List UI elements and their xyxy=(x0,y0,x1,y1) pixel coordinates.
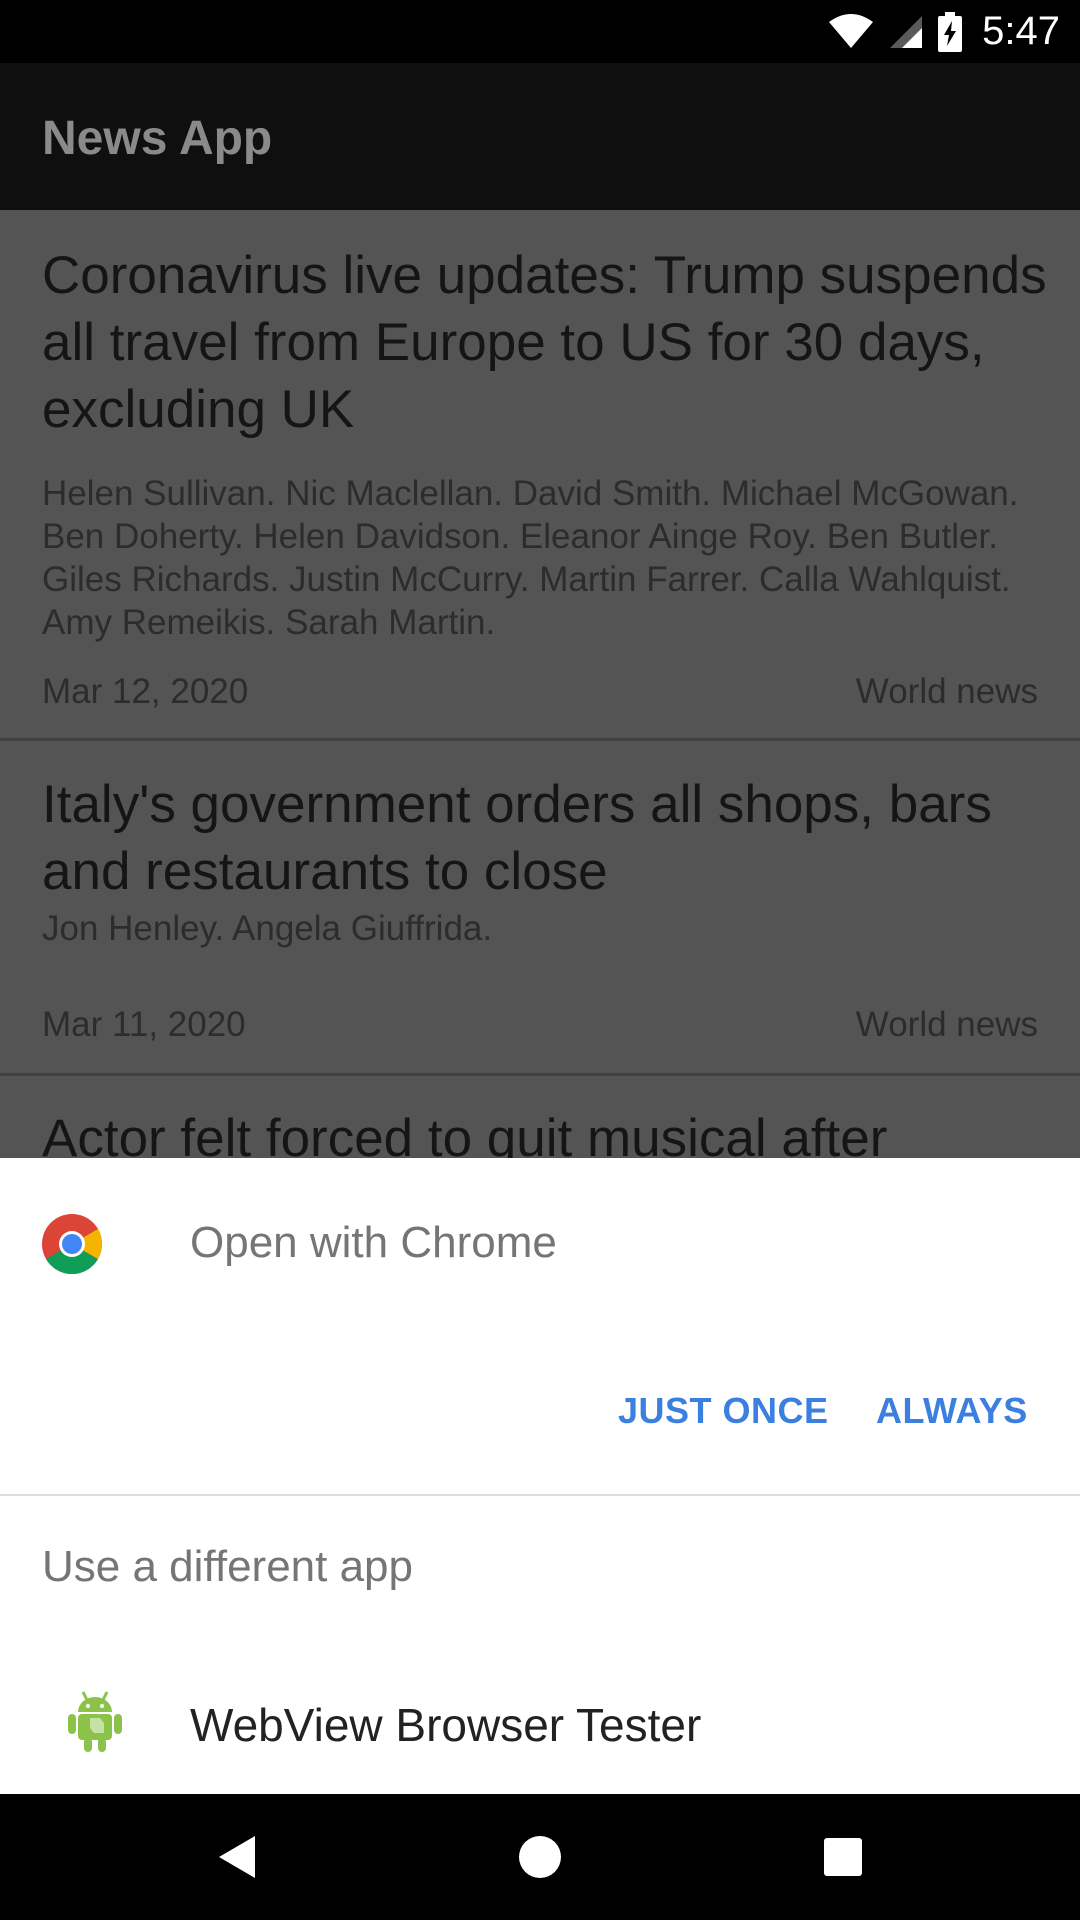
recents-icon xyxy=(824,1838,862,1876)
just-once-button[interactable]: JUST ONCE xyxy=(618,1390,829,1432)
android-icon xyxy=(68,1691,122,1752)
article-date: Mar 12, 2020 xyxy=(42,672,249,711)
article-section: World news xyxy=(855,1005,1038,1044)
status-bar: 5:47 xyxy=(0,0,1080,63)
back-icon xyxy=(219,1836,255,1878)
article-card[interactable]: Coronavirus live updates: Trump suspends… xyxy=(0,210,1080,741)
always-button[interactable]: ALWAYS xyxy=(876,1390,1028,1432)
status-icons: 5:47 xyxy=(828,0,1060,63)
article-date: Mar 11, 2020 xyxy=(42,1005,246,1044)
battery-charging-icon xyxy=(938,11,963,52)
app-bar: News App xyxy=(0,63,1080,210)
signal-icon xyxy=(890,15,923,48)
webview-browser-tester-row[interactable]: WebView Browser Tester xyxy=(0,1662,1080,1792)
article-title[interactable]: Actor felt forced to quit musical after xyxy=(42,1108,887,1158)
app-title: News App xyxy=(42,112,273,165)
chrome-icon xyxy=(42,1214,102,1274)
app-chooser-sheet: Open with Chrome JUST ONCE ALWAYS Use a … xyxy=(0,1158,1080,1794)
article-card[interactable]: Italy's government orders all shops, bar… xyxy=(0,741,1080,1076)
navigation-bar xyxy=(0,1794,1080,1920)
open-with-chrome-label: Open with Chrome xyxy=(190,1218,557,1267)
article-title: Coronavirus live updates: Trump suspends… xyxy=(42,246,1047,439)
article-title: Italy's government orders all shops, bar… xyxy=(42,775,992,901)
divider xyxy=(0,1494,1080,1496)
wifi-icon xyxy=(829,13,874,48)
back-button[interactable] xyxy=(202,1822,272,1892)
article-list: Coronavirus live updates: Trump suspends… xyxy=(0,210,1080,1158)
article-authors: Helen Sullivan. Nic Maclellan. David Smi… xyxy=(42,474,1019,642)
status-time: 5:47 xyxy=(982,9,1060,53)
article-section: World news xyxy=(855,672,1038,711)
home-icon xyxy=(519,1836,561,1878)
recents-button[interactable] xyxy=(808,1822,878,1892)
webview-browser-tester-label: WebView Browser Tester xyxy=(190,1699,702,1751)
home-button[interactable] xyxy=(505,1822,575,1892)
use-different-app-label: Use a different app xyxy=(42,1542,413,1591)
open-with-chrome-row[interactable]: Open with Chrome xyxy=(0,1158,1080,1328)
article-authors: Jon Henley. Angela Giuffrida. xyxy=(42,909,493,948)
